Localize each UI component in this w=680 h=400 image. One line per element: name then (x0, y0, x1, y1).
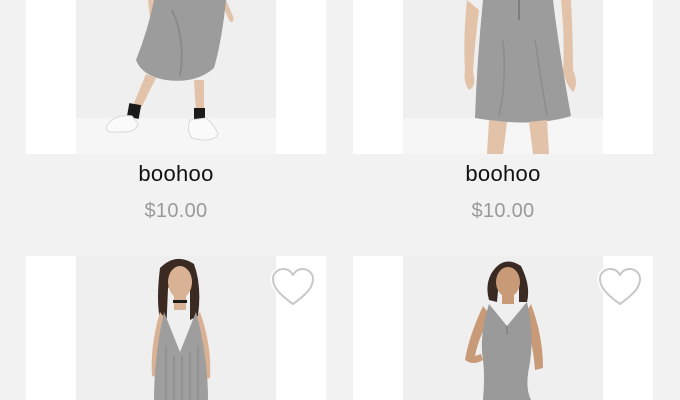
product-price: $10.00 (471, 200, 535, 222)
product-image[interactable] (353, 0, 653, 154)
product-brand[interactable]: boohoo (353, 161, 653, 187)
product-image[interactable] (26, 0, 326, 154)
model-photo (76, 0, 276, 154)
heart-outline-icon[interactable] (270, 267, 316, 307)
product-grid: boohoo $10.00 boohoo $10.00 (0, 0, 680, 400)
product-image[interactable] (26, 256, 326, 400)
product-brand[interactable]: boohoo (26, 161, 326, 187)
product-image[interactable] (353, 256, 653, 400)
model-photo (403, 256, 603, 400)
model-photo (403, 0, 603, 154)
heart-outline-icon[interactable] (597, 267, 643, 307)
model-photo (76, 256, 276, 400)
product-price: $10.00 (144, 200, 208, 222)
